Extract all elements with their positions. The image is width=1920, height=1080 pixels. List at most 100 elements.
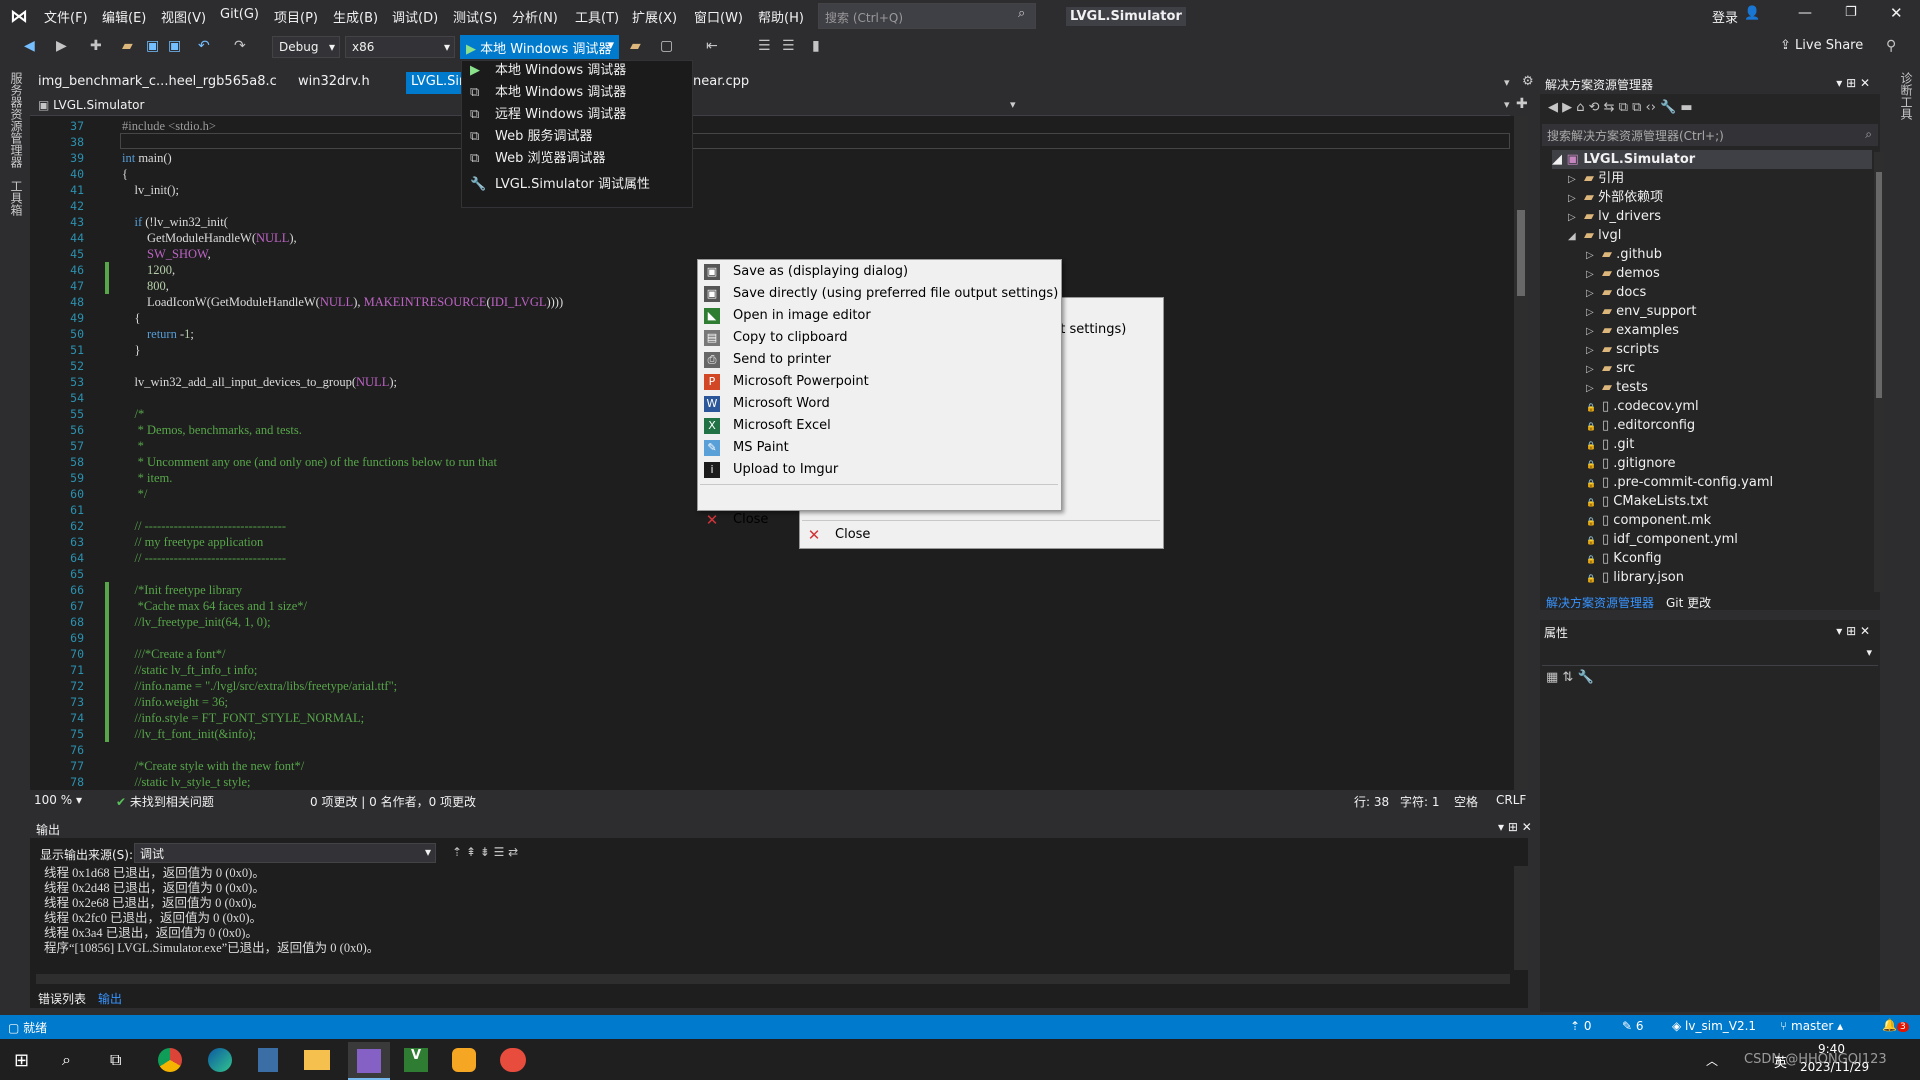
tab-near-cpp[interactable]: near.cpp [693, 74, 749, 89]
tree-item[interactable]: 🔒 ▯ .git [1552, 435, 1773, 454]
tree-item[interactable]: ▷ ▰ docs [1552, 283, 1773, 302]
tree-item[interactable]: ▷ ▰ scripts [1552, 340, 1773, 359]
expand-chevron-icon[interactable]: ▷ [1586, 360, 1602, 379]
tree-item[interactable]: 🔒 ▯ .gitignore [1552, 454, 1773, 473]
properties-object-select[interactable]: ▾ [1542, 646, 1878, 666]
menu-item[interactable]: 扩展(X) [632, 7, 677, 26]
editor-scroll-thumb[interactable] [1517, 210, 1525, 296]
save-all-icon[interactable]: ▣ [168, 38, 181, 54]
redo-icon[interactable]: ↷ [234, 38, 246, 54]
calculator-icon[interactable] [258, 1048, 278, 1072]
output-scrollbar[interactable] [1514, 866, 1528, 970]
ctx-close[interactable]: ✕ Close [698, 509, 1061, 531]
menu-item[interactable]: 帮助(H) [758, 7, 804, 26]
eol-indicator[interactable]: CRLF [1496, 793, 1526, 807]
member-chevron-icon[interactable]: ▾ [1504, 98, 1510, 111]
expand-chevron-icon[interactable]: ▷ [1586, 379, 1602, 398]
expand-chevron-icon[interactable]: ▷ [1586, 284, 1602, 303]
login-button[interactable]: 登录 [1712, 7, 1738, 26]
outdent-icon[interactable]: ☰ [782, 38, 795, 54]
expand-chevron-icon[interactable]: ▷ [1586, 246, 1602, 265]
context-menu-item[interactable]: ◣ Open in image editor [698, 305, 1061, 327]
context-menu-item[interactable]: X Microsoft Excel [698, 415, 1061, 437]
visual-studio-icon[interactable] [348, 1042, 390, 1080]
tree-item[interactable]: ◢ ▰ lvgl [1552, 226, 1773, 245]
folder-icon[interactable]: ▰ [630, 38, 641, 54]
notification-icon[interactable]: 🔔 3 [1882, 1018, 1909, 1032]
menu-item[interactable]: 项目(P) [274, 7, 318, 26]
file-explorer-icon[interactable] [304, 1050, 330, 1070]
save-icon[interactable]: ▣ [146, 38, 159, 54]
se-toolbar[interactable]: ◀ ▶ ⌂ ⟲ ⇆ ⧉ ⧉ ‹› 🔧 ▬ [1548, 100, 1693, 115]
tree-item[interactable]: 🔒 ▯ .editorconfig [1552, 416, 1773, 435]
tab-lvgl-simulator[interactable]: LVGL.Sim [406, 72, 461, 94]
settings-gear-icon[interactable]: ⚙ [1522, 74, 1534, 89]
tree-root[interactable]: ◢ ▣ LVGL.Simulator [1552, 150, 1872, 169]
branch-status[interactable]: ⑂ master ▴ [1780, 1019, 1843, 1033]
output-pin-icon[interactable]: ▾ ⊞ ✕ [1498, 820, 1532, 834]
feedback-icon[interactable]: ⚲ [1886, 38, 1896, 54]
new-project-icon[interactable]: ✚ [90, 38, 102, 54]
context-menu-item[interactable]: ✎ MS Paint [698, 437, 1061, 459]
close-window-button[interactable]: ✕ [1890, 4, 1903, 22]
search-icon[interactable]: ⌕ [1018, 6, 1025, 21]
indent-icon[interactable]: ☰ [758, 38, 771, 54]
search-icon[interactable]: ⌕ [62, 1050, 71, 1070]
context-menu-item[interactable]: ▤ Copy to clipboard [698, 327, 1061, 349]
menu-item[interactable]: 测试(S) [453, 7, 497, 26]
windows-start-icon[interactable]: ⊞ [14, 1050, 29, 1071]
chrome-icon[interactable] [158, 1048, 182, 1072]
maximize-button[interactable]: ❐ [1845, 5, 1857, 20]
task-view-icon[interactable]: ⧉ [110, 1050, 121, 1070]
output-text[interactable]: 线程 0x1d68 已退出，返回值为 0 (0x0)。 线程 0x2d48 已退出… [44, 866, 379, 956]
tree-item[interactable]: 🔒 ▯ .codecov.yml [1552, 397, 1773, 416]
expand-chevron-icon[interactable]: ▷ [1586, 341, 1602, 360]
live-share-button[interactable]: ⇪ Live Share [1780, 38, 1863, 53]
menu-item[interactable]: 分析(N) [512, 7, 558, 26]
se-scroll-thumb[interactable] [1876, 172, 1882, 398]
tree-item[interactable]: ▷ ▰ tests [1552, 378, 1773, 397]
zoom-select[interactable]: 100 % ▾ [34, 793, 82, 807]
split-add-icon[interactable]: ✚ [1516, 96, 1528, 112]
tree-item[interactable]: 🔒 ▯ library.json [1552, 568, 1773, 587]
debugger-menu-item[interactable]: ⧉ 远程 Windows 调试器 [462, 104, 692, 126]
tab-win32drv[interactable]: win32drv.h [298, 74, 370, 89]
output-toolbar-icons[interactable]: ⇡ ⇞ ⇟ ☰ ⇄ [452, 845, 518, 859]
expand-chevron-icon[interactable]: ▷ [1586, 322, 1602, 341]
tree-item[interactable]: ▷ ▰ lv_drivers [1552, 207, 1773, 226]
code-content[interactable]: #include <stdio.h> int main() { lv_init(… [122, 118, 563, 790]
debugger-menu-item[interactable]: ⧉ 本地 Windows 调试器 [462, 82, 692, 104]
menu-item[interactable]: 视图(V) [161, 7, 206, 26]
menu-item[interactable]: 窗口(W) [694, 7, 743, 26]
context-menu-item[interactable]: ⎙ Send to printer [698, 349, 1061, 371]
app-orange-icon[interactable] [452, 1048, 476, 1072]
menu-item[interactable]: Git(G) [220, 7, 259, 22]
context-menu-item[interactable]: ▣ Save directly (using preferred file out… [698, 283, 1061, 305]
tree-item[interactable]: 🔒 ▯ component.mk [1552, 511, 1773, 530]
context-menu-item[interactable]: ▣ Save as (displaying dialog) [698, 261, 1061, 283]
repo-status[interactable]: ◈ lv_sim_V2.1 [1672, 1019, 1756, 1033]
expand-chevron-icon[interactable]: ▷ [1568, 208, 1584, 227]
project-nav-select[interactable]: ▣ LVGL.Simulator [38, 98, 144, 112]
toolbox-tab[interactable]: 工具箱 [8, 180, 25, 216]
tree-item[interactable]: ▷ ▰ 外部依赖项 [1552, 188, 1773, 207]
context-menu-item[interactable]: P Microsoft Powerpoint [698, 371, 1061, 393]
screenshot-icon[interactable]: ▢ [660, 38, 673, 54]
tray-chevron-icon[interactable]: ︿ [1706, 1052, 1718, 1069]
menu-item[interactable]: 工具(T) [575, 7, 619, 26]
undo-icon[interactable]: ↶ [198, 38, 210, 54]
se-search-input[interactable]: 搜索解决方案资源管理器(Ctrl+;) ⌕ [1542, 124, 1878, 146]
step-icon[interactable]: ⇤ [706, 38, 718, 54]
app-green-icon[interactable]: V [404, 1048, 428, 1072]
tree-item[interactable]: ▷ ▰ src [1552, 359, 1773, 378]
expand-chevron-icon[interactable]: ▷ [1586, 265, 1602, 284]
tree-item[interactable]: ▷ ▰ .github [1552, 245, 1773, 264]
changes-indicator[interactable]: 0 项更改 | 0 名作者，0 项更改 [310, 793, 476, 810]
menu-item[interactable]: 文件(F) [44, 7, 88, 26]
context-menu-item[interactable]: W Microsoft Word [698, 393, 1061, 415]
back-icon[interactable]: ◀ [24, 38, 35, 54]
debugger-menu-item[interactable]: ⧉ Web 浏览器调试器 [462, 148, 692, 170]
menu-item[interactable]: 编辑(E) [102, 7, 146, 26]
app-bird-icon[interactable] [500, 1048, 526, 1072]
expand-chevron-icon[interactable]: ◢ [1568, 227, 1584, 246]
